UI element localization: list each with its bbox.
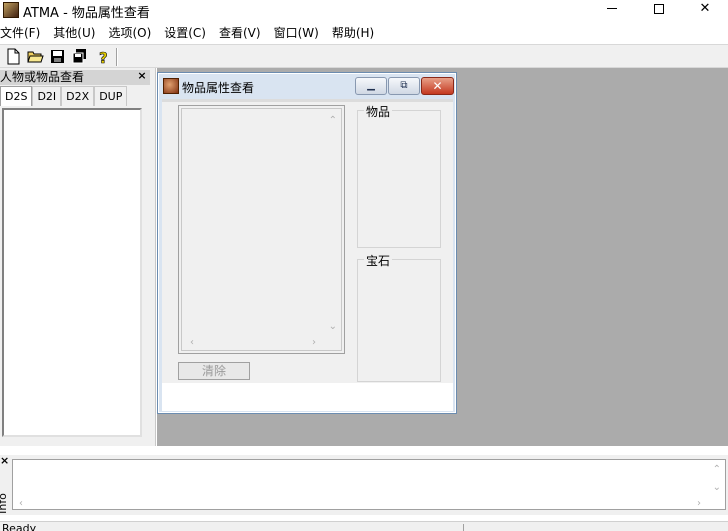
gems-group-label: 宝石 (364, 252, 393, 269)
item-properties-window: 物品属性查看 ▁ ⧉ ✕ ⌃ ⌄ ‹ › 清除 物品 宝石 (157, 72, 457, 414)
child-window-title: 物品属性查看 (182, 81, 255, 95)
tab-d2i[interactable]: D2I (32, 86, 62, 106)
dock-panel: 人物或物品查看 × D2S D2I D2X DUP (0, 68, 156, 446)
new-file-icon[interactable] (5, 48, 22, 65)
scroll-up-icon[interactable]: ⌃ (713, 464, 721, 475)
toolbar: ? (0, 44, 728, 68)
open-folder-icon[interactable] (27, 48, 44, 65)
properties-listbox[interactable]: ⌃ ⌄ ‹ › (178, 105, 345, 354)
save-icon[interactable] (49, 48, 66, 65)
character-item-list[interactable] (2, 108, 142, 437)
dock-tabs: D2S D2I D2X DUP (0, 86, 150, 106)
child-restore-button[interactable]: ⧉ (388, 77, 420, 95)
gems-groupbox: 宝石 (357, 252, 441, 382)
close-button[interactable]: ✕ (682, 0, 728, 20)
app-icon (3, 2, 19, 18)
help-icon[interactable]: ? (95, 48, 112, 68)
app-title: ATMA - 物品属性查看 (23, 6, 150, 21)
minimize-icon (607, 8, 617, 9)
status-bar: Ready (0, 521, 728, 531)
maximize-icon (654, 3, 664, 14)
output-pane: × Info ⌃ ⌄ ‹ › (0, 455, 728, 515)
scroll-left-icon[interactable]: ‹ (190, 337, 194, 348)
menu-view[interactable]: 查看(V) (219, 22, 261, 43)
scroll-left-icon[interactable]: ‹ (19, 498, 23, 509)
menu-bar: 文件(F) 其他(U) 选项(O) 设置(C) 查看(V) 窗口(W) 帮助(H… (0, 22, 728, 43)
scroll-right-icon[interactable]: › (312, 337, 316, 348)
properties-listbox-inner: ⌃ ⌄ ‹ › (181, 108, 342, 351)
child-minimize-button[interactable]: ▁ (355, 77, 387, 95)
menu-window[interactable]: 窗口(W) (274, 22, 319, 43)
title-bar: ATMA - 物品属性查看 ✕ (0, 0, 728, 21)
scroll-right-icon[interactable]: › (697, 498, 701, 509)
clear-button[interactable]: 清除 (178, 362, 250, 380)
maximize-button[interactable] (636, 0, 682, 20)
toolbar-separator (116, 48, 117, 66)
status-divider (463, 524, 464, 531)
save-all-icon[interactable] (71, 48, 88, 65)
status-text: Ready (2, 522, 37, 531)
scroll-down-icon[interactable]: ⌄ (713, 482, 721, 493)
output-side-label: Info (0, 493, 9, 514)
dock-title: 人物或物品查看 (0, 70, 150, 85)
scroll-down-icon[interactable]: ⌄ (329, 321, 337, 332)
child-close-button[interactable]: ✕ (421, 77, 454, 95)
menu-other[interactable]: 其他(U) (53, 22, 95, 43)
menu-help[interactable]: 帮助(H) (332, 22, 374, 43)
menu-options[interactable]: 选项(O) (108, 22, 151, 43)
scroll-up-icon[interactable]: ⌃ (329, 115, 337, 126)
menu-file[interactable]: 文件(F) (0, 22, 40, 43)
tab-d2x[interactable]: D2X (61, 86, 95, 106)
output-close-icon[interactable]: × (0, 455, 9, 467)
child-window-icon (163, 78, 179, 94)
svg-text:?: ? (99, 49, 108, 65)
dock-close-icon[interactable]: × (136, 68, 148, 83)
child-body: ⌃ ⌄ ‹ › 清除 物品 宝石 (162, 99, 453, 411)
output-textbox[interactable]: ⌃ ⌄ ‹ › (12, 459, 726, 510)
minimize-button[interactable] (589, 0, 635, 20)
child-form: ⌃ ⌄ ‹ › 清除 物品 宝石 (162, 99, 453, 383)
tab-d2s[interactable]: D2S (0, 86, 33, 106)
restore-icon: ⧉ (400, 80, 408, 91)
items-group-label: 物品 (364, 103, 393, 120)
child-title-bar[interactable]: 物品属性查看 ▁ ⧉ ✕ (160, 75, 454, 97)
items-groupbox: 物品 (357, 103, 441, 248)
tab-dup[interactable]: DUP (94, 86, 128, 106)
minimize-icon: ▁ (367, 80, 375, 91)
menu-settings[interactable]: 设置(C) (164, 22, 206, 43)
